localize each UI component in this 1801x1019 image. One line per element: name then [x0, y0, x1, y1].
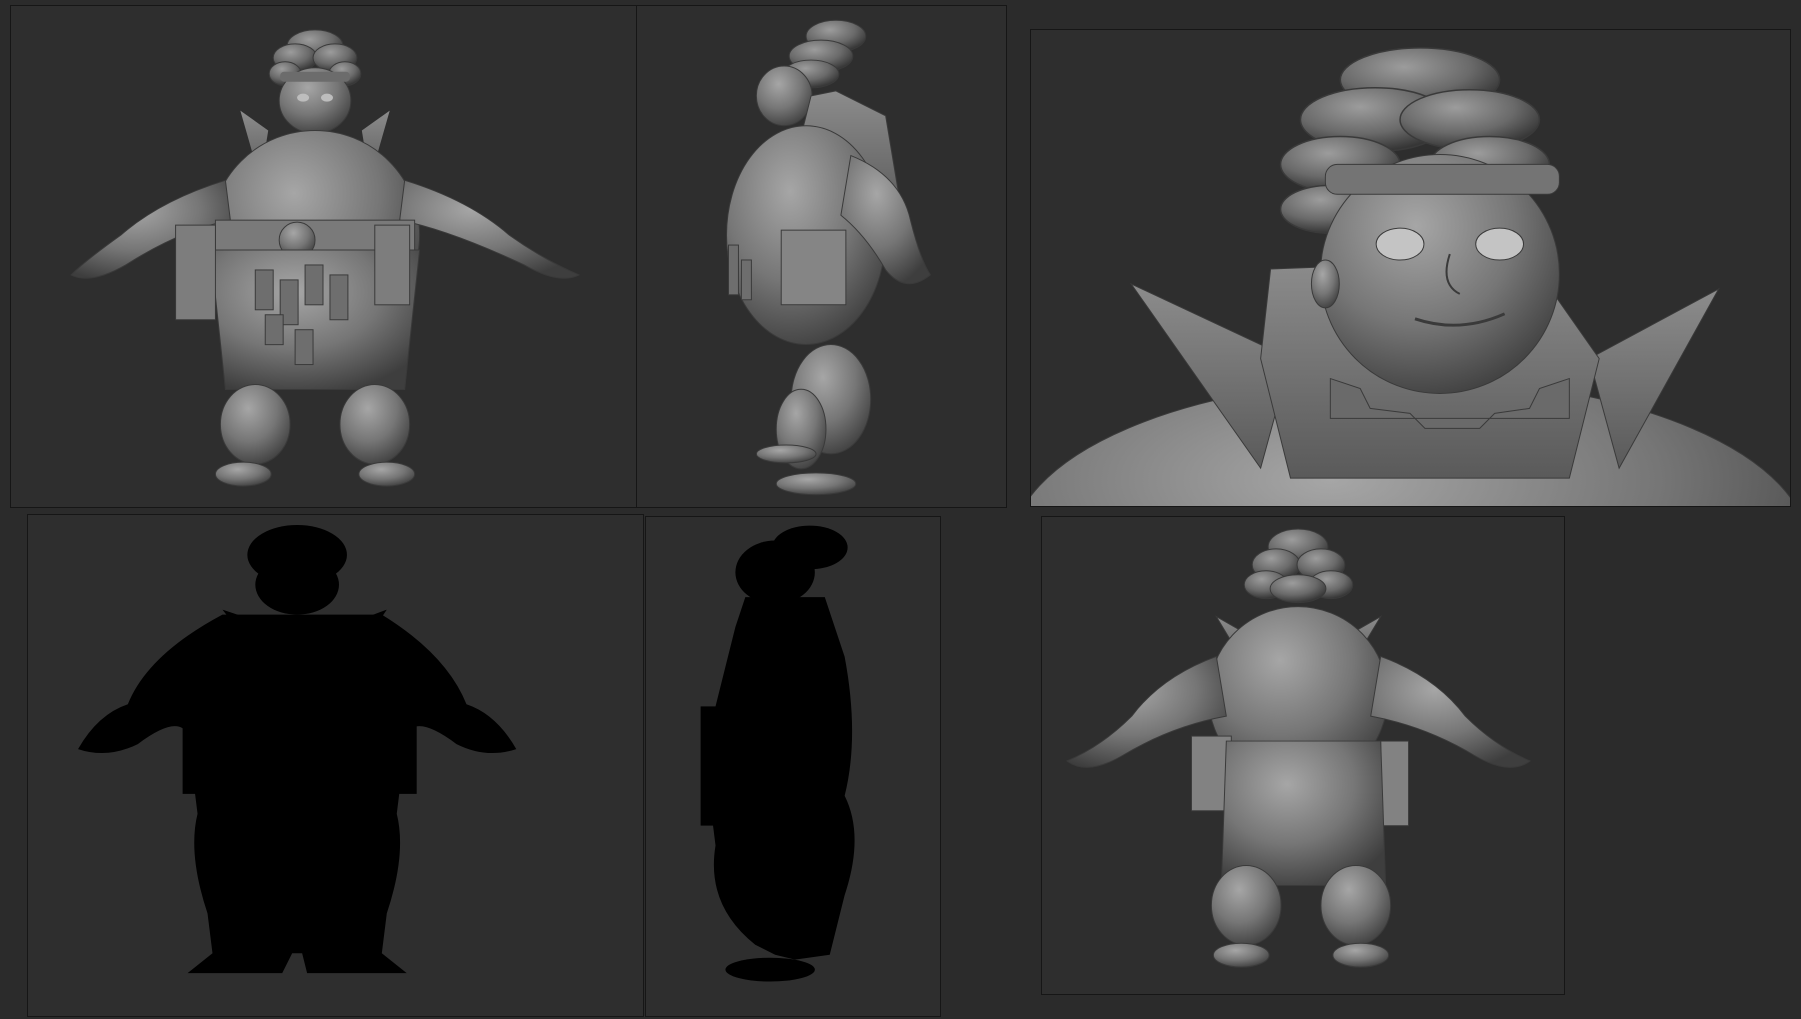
- back-view-panel: [1041, 516, 1565, 995]
- face-closeup-panel: [1030, 29, 1791, 507]
- side-silhouette-panel: [645, 516, 941, 1017]
- side-view-panel: [636, 5, 1007, 508]
- back-view-sculpt: [1066, 528, 1532, 968]
- front-view-sculpt: [70, 29, 581, 487]
- front-silhouette: [78, 524, 517, 974]
- side-silhouette: [700, 525, 855, 982]
- side-view-sculpt: [726, 19, 932, 496]
- front-silhouette-panel: [27, 514, 644, 1017]
- front-view-panel: [10, 5, 637, 508]
- face-closeup-sculpt: [1031, 47, 1790, 506]
